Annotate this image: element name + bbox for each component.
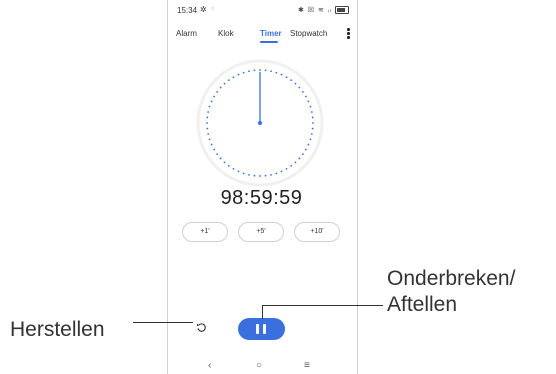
dial-dot (206, 116, 209, 119)
tab-active-indicator (260, 41, 278, 43)
dial-dot (242, 172, 245, 175)
tab-timer[interactable]: Timer (260, 29, 282, 38)
dial-dot (259, 69, 261, 71)
dial-dot (280, 170, 283, 173)
add-1-minute-button[interactable]: +1' (182, 222, 228, 242)
dial-dot (280, 73, 283, 76)
dial-dot (275, 71, 278, 74)
dial-dot (290, 79, 293, 82)
dial-dot (307, 143, 310, 146)
more-options-icon[interactable] (347, 28, 351, 40)
dial-dot (242, 71, 245, 74)
pause-callout: Onderbreken/ Aftellen (387, 266, 515, 318)
dial-dot (213, 95, 215, 98)
dial-dot (301, 153, 304, 156)
dial-dot (223, 82, 226, 85)
dial-dot (298, 86, 301, 89)
pause-callout-line-vertical (262, 305, 263, 319)
dial-dot (232, 168, 235, 170)
dial-dot (237, 73, 240, 76)
dial-dot (210, 100, 213, 103)
dial-dot (311, 127, 314, 130)
dial-dot (210, 143, 213, 146)
dial-dot (285, 76, 288, 78)
add-10-minutes-button[interactable]: +10' (294, 222, 340, 242)
timer-dial (196, 59, 324, 187)
dial-dot (294, 161, 297, 164)
dial-dot (305, 95, 307, 98)
dial-dot (309, 138, 312, 141)
dial-dot (309, 105, 312, 108)
recents-icon[interactable]: ≡ (304, 360, 310, 371)
dial-dot (248, 70, 250, 73)
timer-readout: 98:59:59 (220, 187, 303, 209)
dial-dot (213, 148, 215, 151)
battery-icon (335, 6, 349, 15)
dial-dot (216, 153, 219, 156)
reset-callout-line (133, 322, 193, 323)
dial-dot (208, 138, 211, 141)
pause-callout-line1: Onderbreken/ (387, 267, 516, 290)
dial-dot (310, 111, 313, 113)
dial-dot (248, 173, 250, 176)
reset-callout: Herstellen (10, 318, 105, 341)
dial-dot (237, 170, 240, 173)
dial-dot (311, 116, 314, 119)
dial-dot (270, 173, 272, 176)
dial-dot (223, 161, 226, 164)
back-icon[interactable]: ‹ (208, 360, 211, 371)
dial-dot (208, 105, 211, 108)
dial-dot (219, 86, 222, 89)
tab-klok[interactable]: Klok (218, 29, 234, 38)
dial-dot (275, 172, 278, 175)
dial-dot (206, 127, 209, 130)
dial-dot (207, 133, 210, 135)
dial-dot (216, 90, 219, 93)
pause-callout-line2: Aftellen (387, 293, 458, 316)
dial-dot (298, 157, 301, 160)
status-bar: 15:34 ✲ ○ ✱ ☒ ≋ ᵢₗ (168, 5, 357, 18)
dial-dot (227, 79, 230, 82)
home-icon[interactable]: ○ (256, 360, 262, 371)
dial-dot (312, 122, 314, 124)
dial-dot (294, 82, 297, 85)
dial-center (258, 121, 262, 125)
dial-dot (307, 100, 310, 103)
dial-dot (227, 164, 230, 167)
gear-icon: ✲ (200, 5, 207, 14)
dial-dot (264, 174, 267, 177)
dial-dot (206, 122, 208, 124)
dial-dot (219, 157, 222, 160)
dial-dot (253, 174, 256, 177)
tab-bar: Alarm Klok Timer Stopwatch (168, 29, 357, 45)
status-icons: ✱ ☒ ≋ ᵢₗ (297, 6, 349, 15)
reset-icon[interactable] (196, 322, 207, 333)
dial-dot (207, 111, 210, 113)
status-time: 15:34 (177, 6, 198, 15)
pause-button[interactable] (238, 318, 285, 340)
dial-dot (310, 133, 313, 135)
dial-dot (290, 164, 293, 167)
tab-alarm[interactable]: Alarm (176, 29, 197, 38)
dial-dot (301, 90, 304, 93)
tab-stopwatch[interactable]: Stopwatch (290, 29, 327, 38)
dial-dot (253, 69, 256, 72)
status-right-icons: ✱ ☒ ≋ ᵢₗ (297, 7, 333, 14)
add-5-minutes-button[interactable]: +5' (238, 222, 284, 242)
dial-dot (285, 168, 288, 170)
dial-dot (270, 70, 272, 73)
dial-dot (264, 69, 267, 72)
dial-dot (305, 148, 307, 151)
dial-dot (259, 175, 261, 177)
dial-dot (232, 76, 235, 78)
notification-dot-icon: ○ (211, 6, 215, 12)
pause-callout-line-horizontal (262, 305, 383, 306)
